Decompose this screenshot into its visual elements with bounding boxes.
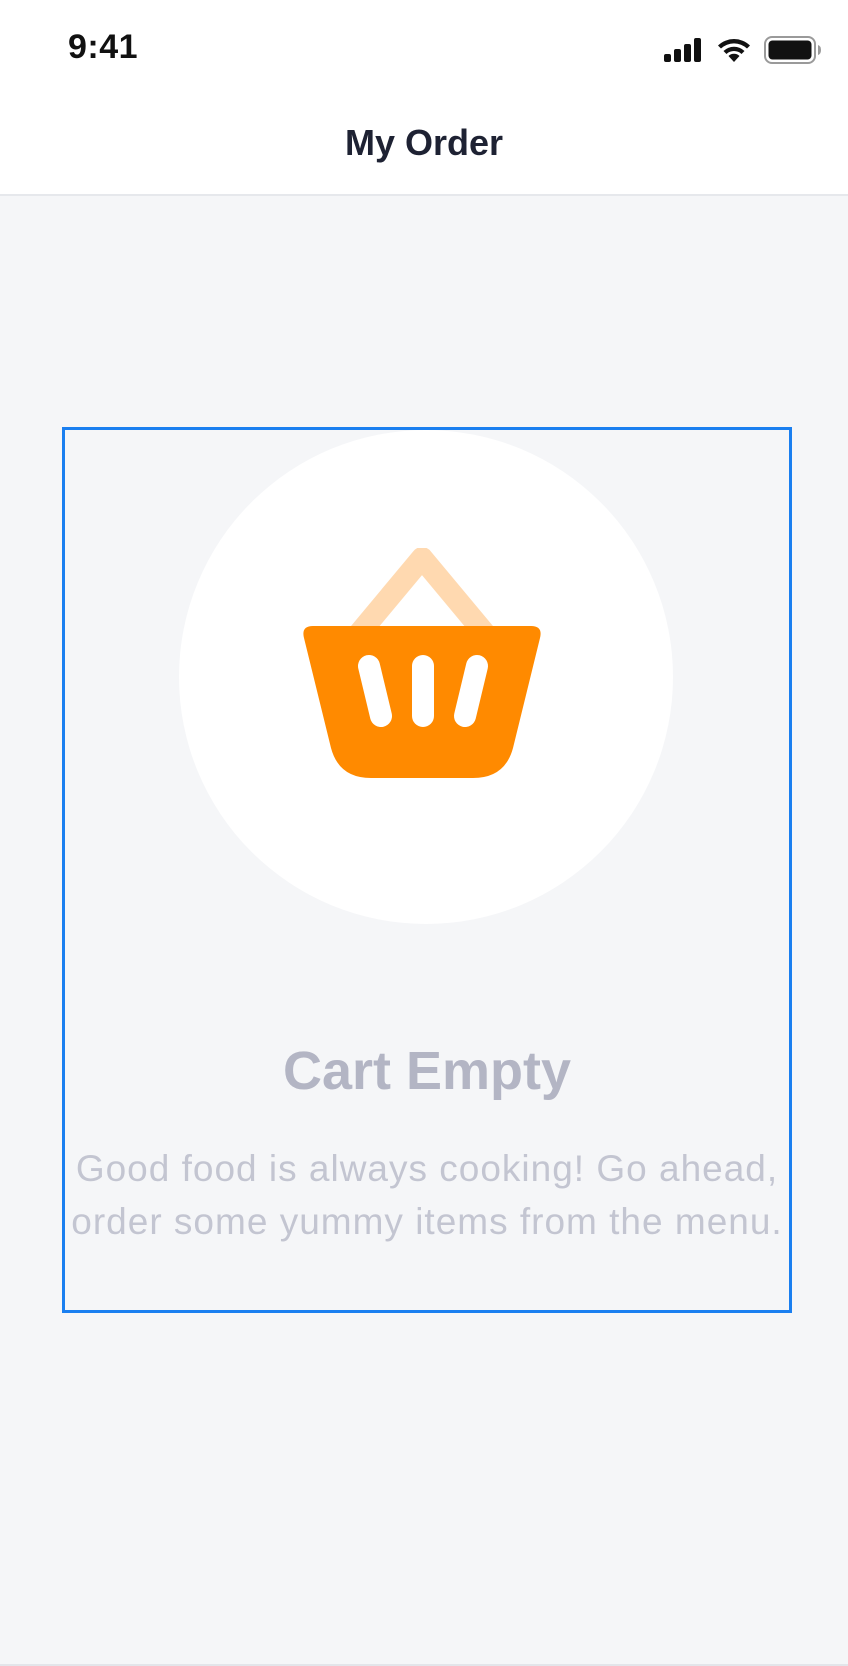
page-title: My Order — [344, 122, 504, 163]
status-time: 9:41 — [68, 28, 139, 66]
status-bar: 9:41 — [0, 0, 848, 100]
battery-icon — [764, 36, 822, 64]
empty-title: Cart Empty — [282, 1041, 572, 1101]
cellular-signal-icon — [664, 38, 704, 62]
icon-circle — [179, 430, 673, 924]
empty-cart-state: Cart Empty Good food is always cooking! … — [62, 427, 792, 1313]
shopping-basket-icon — [303, 548, 541, 778]
wifi-icon — [716, 37, 752, 63]
app-screen: 9:41 My Order Cart Empty Good food is al… — [0, 0, 848, 1666]
status-icons — [664, 34, 822, 66]
empty-message: Good food is always cooking! Go ahead, o… — [71, 1148, 783, 1242]
nav-header: My Order — [0, 100, 848, 196]
